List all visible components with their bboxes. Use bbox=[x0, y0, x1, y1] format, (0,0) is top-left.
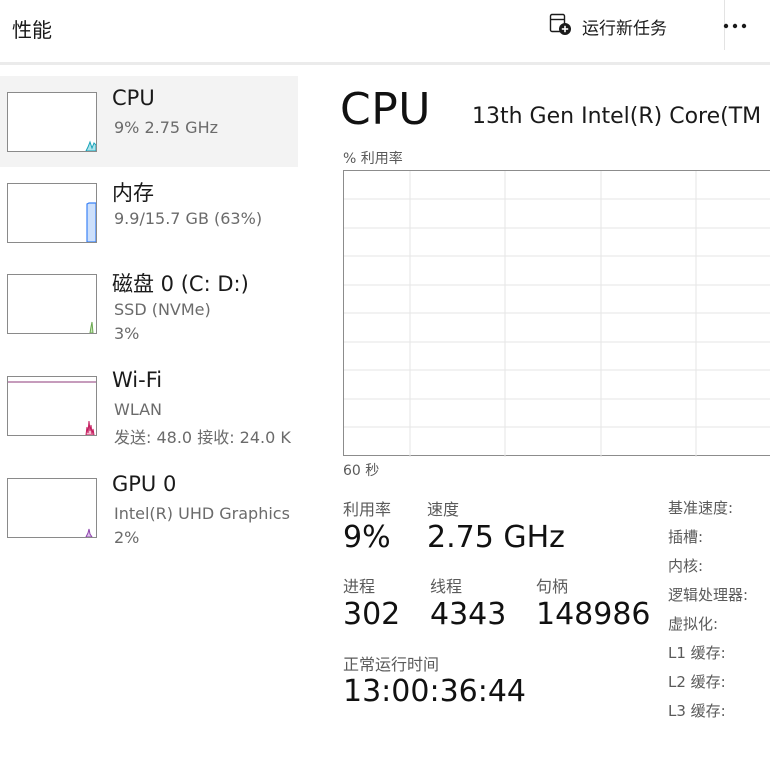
handles-value: 148986 bbox=[536, 597, 651, 632]
sidebar-item-memory[interactable]: 内存 9.9/15.7 GB (63%) bbox=[0, 167, 298, 258]
spec-base-speed-label: 基准速度: bbox=[668, 499, 734, 517]
memory-item-subtitle: 9.9/15.7 GB (63%) bbox=[114, 209, 263, 228]
disk-item-title: 磁盘 0 (C: D:) bbox=[112, 272, 249, 296]
spec-sockets-label: 插槽: bbox=[668, 528, 704, 546]
utilization-label: 利用率 bbox=[343, 500, 392, 519]
processor-name: 13th Gen Intel(R) Core(TM bbox=[472, 104, 762, 129]
disk-item-usage: 3% bbox=[114, 324, 140, 343]
spec-l3-cache-label: L3 缓存: bbox=[668, 702, 726, 720]
cpu-utilization-graph bbox=[343, 170, 770, 457]
header-bar: 性能 运行新任务 bbox=[0, 0, 770, 62]
cpu-graph-grid bbox=[344, 171, 770, 457]
wifi-item-title: Wi-Fi bbox=[112, 368, 163, 392]
processes-value: 302 bbox=[343, 597, 401, 632]
memory-item-title: 内存 bbox=[112, 181, 154, 205]
sidebar-item-cpu[interactable]: CPU 9% 2.75 GHz bbox=[0, 76, 298, 167]
spec-cores-label: 内核: bbox=[668, 557, 704, 575]
handles-label: 句柄 bbox=[536, 577, 569, 596]
uptime-value: 13:00:36:44 bbox=[343, 674, 527, 709]
run-task-icon bbox=[548, 12, 572, 40]
cpu-item-subtitle: 9% 2.75 GHz bbox=[114, 118, 219, 137]
gpu-item-title: GPU 0 bbox=[112, 472, 177, 496]
gpu-item-model: Intel(R) UHD Graphics bbox=[114, 504, 290, 523]
spec-l2-cache-label: L2 缓存: bbox=[668, 673, 726, 691]
page-title: 性能 bbox=[12, 18, 52, 42]
sidebar-item-gpu[interactable]: GPU 0 Intel(R) UHD Graphics 2% bbox=[0, 462, 298, 553]
cpu-detail-panel: CPU 13th Gen Intel(R) Core(TM % 利用率 60 秒 bbox=[330, 76, 770, 758]
utilization-axis-label: % 利用率 bbox=[343, 151, 403, 167]
uptime-label: 正常运行时间 bbox=[343, 655, 440, 674]
more-dots-icon bbox=[723, 23, 747, 29]
sidebar-item-wifi[interactable]: Wi-Fi WLAN 发送: 48.0 接收: 24.0 K bbox=[0, 360, 298, 451]
gpu-item-usage: 2% bbox=[114, 528, 140, 547]
more-options-button[interactable] bbox=[720, 12, 750, 40]
utilization-value: 9% bbox=[343, 520, 391, 555]
wifi-item-adapter: WLAN bbox=[114, 400, 163, 419]
time-axis-label: 60 秒 bbox=[343, 463, 380, 479]
speed-label: 速度 bbox=[427, 500, 460, 519]
spec-logical-processors-label: 逻辑处理器: bbox=[668, 586, 749, 604]
processes-label: 进程 bbox=[343, 577, 376, 596]
memory-mini-graph bbox=[7, 183, 97, 243]
cpu-item-title: CPU bbox=[112, 86, 155, 110]
spec-l1-cache-label: L1 缓存: bbox=[668, 644, 726, 662]
spec-virtualization-label: 虚拟化: bbox=[668, 615, 719, 633]
wifi-item-throughput: 发送: 48.0 接收: 24.0 K bbox=[114, 428, 291, 447]
header-separator bbox=[0, 62, 770, 65]
disk-item-type: SSD (NVMe) bbox=[114, 300, 211, 319]
wifi-mini-graph bbox=[7, 376, 97, 436]
disk-mini-graph bbox=[7, 274, 97, 334]
threads-value: 4343 bbox=[430, 597, 507, 632]
detail-title: CPU bbox=[340, 84, 431, 135]
gpu-mini-graph bbox=[7, 478, 97, 538]
sidebar-item-disk[interactable]: 磁盘 0 (C: D:) SSD (NVMe) 3% bbox=[0, 258, 298, 349]
threads-label: 线程 bbox=[430, 577, 463, 596]
speed-value: 2.75 GHz bbox=[427, 520, 565, 555]
run-new-task-button[interactable]: 运行新任务 bbox=[548, 12, 667, 40]
cpu-mini-graph bbox=[7, 92, 97, 152]
run-new-task-label: 运行新任务 bbox=[582, 18, 667, 39]
